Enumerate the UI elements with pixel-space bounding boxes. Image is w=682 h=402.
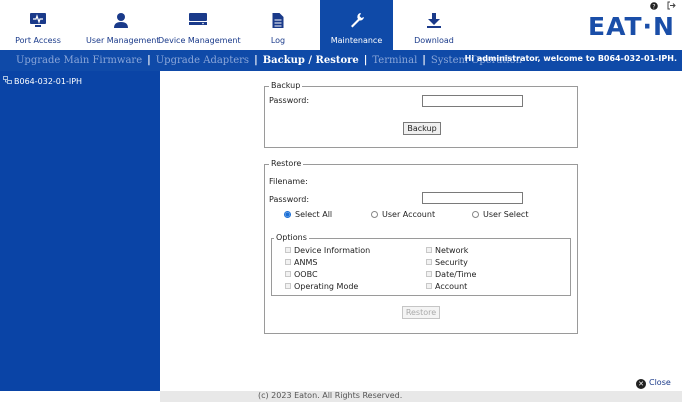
device-tree-sidebar: B064-032-01-IPH	[0, 71, 160, 391]
option-label: Operating Mode	[294, 282, 359, 291]
checkbox	[285, 247, 291, 253]
nav-log[interactable]: Log	[258, 0, 298, 50]
tab-separator: |	[147, 55, 151, 66]
restore-fieldset: Restore Filename: Password: Select All U…	[264, 159, 578, 334]
tab-terminal[interactable]: Terminal	[372, 55, 417, 66]
backup-fieldset: Backup Password: Backup	[264, 81, 578, 148]
monitor-icon	[29, 12, 47, 30]
user-icon	[113, 12, 129, 31]
restore-legend: Restore	[269, 159, 304, 168]
radio-user-select[interactable]: User Select	[472, 210, 528, 219]
nav-label: User Management	[86, 36, 160, 45]
checkbox	[426, 259, 432, 265]
footer-bar	[160, 391, 682, 402]
close-icon: ✕	[636, 379, 646, 389]
restore-filename-label: Filename:	[269, 177, 308, 186]
nav-label: Port Access	[15, 36, 61, 45]
footer-copyright: (c) 2023 Eaton. All Rights Reserved.	[258, 391, 403, 400]
download-icon	[426, 12, 442, 31]
checkbox	[285, 271, 291, 277]
option-label: OOBC	[294, 270, 318, 279]
nav-label: Maintenance	[330, 36, 383, 45]
nav-maintenance[interactable]: Maintenance	[320, 0, 393, 50]
radio-user-account[interactable]: User Account	[371, 210, 435, 219]
radio-label: User Account	[382, 210, 436, 219]
logo-wordmark: EAT·N	[588, 12, 674, 41]
option-label: Account	[435, 282, 468, 291]
tab-separator: |	[363, 55, 368, 66]
tab-separator: |	[254, 55, 258, 66]
tab-backup-restore[interactable]: Backup / Restore	[263, 55, 359, 66]
option-date-time[interactable]: Date/Time	[426, 270, 476, 279]
radio-dot	[371, 211, 378, 218]
nav-label: Log	[270, 36, 286, 45]
tab-upgrade-main-firmware[interactable]: Upgrade Main Firmware	[16, 55, 142, 66]
option-label: Date/Time	[435, 270, 477, 279]
radio-label: User Select	[483, 210, 529, 219]
restore-password-input[interactable]	[422, 192, 523, 204]
backup-password-input[interactable]	[422, 95, 523, 107]
option-label: Device Information	[294, 246, 371, 255]
tab-separator: |	[422, 55, 426, 66]
options-fieldset: Options Device Information ANMS OOBC Ope…	[271, 233, 571, 296]
option-device-information[interactable]: Device Information	[285, 246, 370, 255]
top-navigation: Port Access User Management Device Manag…	[0, 0, 682, 50]
checkbox	[285, 283, 291, 289]
option-network[interactable]: Network	[426, 246, 468, 255]
checkbox	[426, 247, 432, 253]
device-icon	[188, 12, 208, 28]
tree-item-device[interactable]: B064-032-01-IPH	[3, 76, 82, 86]
checkbox	[426, 283, 432, 289]
backup-button[interactable]: Backup	[403, 122, 441, 135]
option-label: ANMS	[294, 258, 318, 267]
option-label: Network	[435, 246, 469, 255]
close-button[interactable]: ✕ Close	[636, 378, 671, 389]
nav-label: Device Management	[158, 36, 241, 45]
checkbox	[285, 259, 291, 265]
backup-password-label: Password:	[269, 96, 310, 105]
option-operating-mode[interactable]: Operating Mode	[285, 282, 358, 291]
backup-legend: Backup	[269, 81, 303, 90]
option-label: Security	[435, 258, 468, 267]
radio-label: Select All	[295, 210, 333, 219]
restore-password-label: Password:	[269, 195, 310, 204]
tab-upgrade-adapters[interactable]: Upgrade Adapters	[156, 55, 249, 66]
nav-user-management[interactable]: User Management	[86, 0, 160, 50]
radio-dot	[472, 211, 479, 218]
option-anms[interactable]: ANMS	[285, 258, 317, 267]
log-document-icon	[272, 12, 285, 31]
close-label: Close	[649, 378, 671, 387]
welcome-message: Hi administrator, welcome to B064-032-01…	[464, 54, 677, 63]
options-legend: Options	[274, 233, 309, 242]
nav-download[interactable]: Download	[406, 0, 462, 50]
option-security[interactable]: Security	[426, 258, 468, 267]
wrench-icon	[349, 12, 365, 30]
maintenance-subbar: Upgrade Main Firmware | Upgrade Adapters | B…	[0, 50, 682, 71]
radio-dot	[284, 211, 291, 218]
checkbox	[426, 271, 432, 277]
option-oobc[interactable]: OOBC	[285, 270, 318, 279]
nav-port-access[interactable]: Port Access	[10, 0, 66, 50]
nav-device-management[interactable]: Device Management	[158, 0, 241, 50]
radio-select-all[interactable]: Select All	[284, 210, 332, 219]
maintenance-tabs: Upgrade Main Firmware | Upgrade Adapters | B…	[16, 55, 522, 66]
tree-item-label: B064-032-01-IPH	[14, 77, 83, 86]
svg-text:?: ?	[652, 3, 655, 10]
option-account[interactable]: Account	[426, 282, 467, 291]
restore-button[interactable]: Restore	[402, 306, 440, 319]
nav-label: Download	[414, 36, 454, 45]
eaton-logo: EAT·N	[588, 11, 674, 41]
network-device-icon	[3, 76, 12, 86]
